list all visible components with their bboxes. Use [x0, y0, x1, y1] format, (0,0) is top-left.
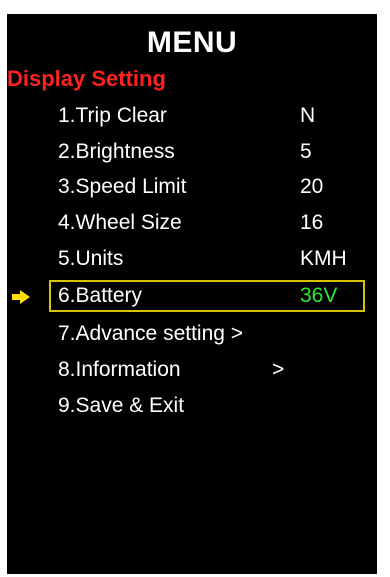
menu-title: MENU: [146, 26, 238, 59]
menu-item-label: 6.Battery: [58, 284, 143, 307]
menu-item-label: 5.Units: [58, 247, 124, 270]
menu-item-battery[interactable]: 6.Battery 36V: [49, 280, 365, 312]
menu-item-value: 16: [300, 211, 324, 234]
menu-item-label: 9.Save & Exit: [58, 394, 185, 417]
menu-item-save-exit[interactable]: 9.Save & Exit: [49, 390, 365, 422]
menu-item-label: 1.Trip Clear: [58, 104, 167, 127]
menu-item-label: 8.Information: [58, 358, 181, 381]
right-arrow-icon: [12, 290, 30, 304]
menu-item-value: 20: [300, 175, 324, 198]
submenu-arrow: >: [272, 358, 285, 381]
menu-item-value: N: [300, 104, 316, 127]
section-heading-display-setting: Display Setting: [7, 66, 166, 91]
menu-item-trip-clear[interactable]: 1.Trip Clear N: [49, 100, 365, 132]
menu-item-value: 36V: [300, 284, 338, 307]
menu-item-advance-setting[interactable]: 7.Advance setting >: [49, 318, 365, 350]
menu-item-brightness[interactable]: 2.Brightness 5: [49, 136, 365, 168]
menu-item-speed-limit[interactable]: 3.Speed Limit 20: [49, 171, 365, 203]
menu-item-wheel-size[interactable]: 4.Wheel Size 16: [49, 207, 365, 239]
menu-item-label: 4.Wheel Size: [58, 211, 182, 234]
menu-item-label: 7.Advance setting >: [58, 322, 244, 345]
menu-item-label: 2.Brightness: [58, 140, 175, 163]
menu-item-label: 3.Speed Limit: [58, 175, 187, 198]
menu-item-units[interactable]: 5.Units KMH: [49, 243, 365, 275]
menu-item-value: KMH: [300, 247, 347, 270]
menu-item-value: 5: [300, 140, 312, 163]
menu-item-information[interactable]: 8.Information >: [49, 354, 365, 386]
display-screen: MENU Display Setting 1.Trip Clear N 2.Br…: [7, 14, 377, 574]
